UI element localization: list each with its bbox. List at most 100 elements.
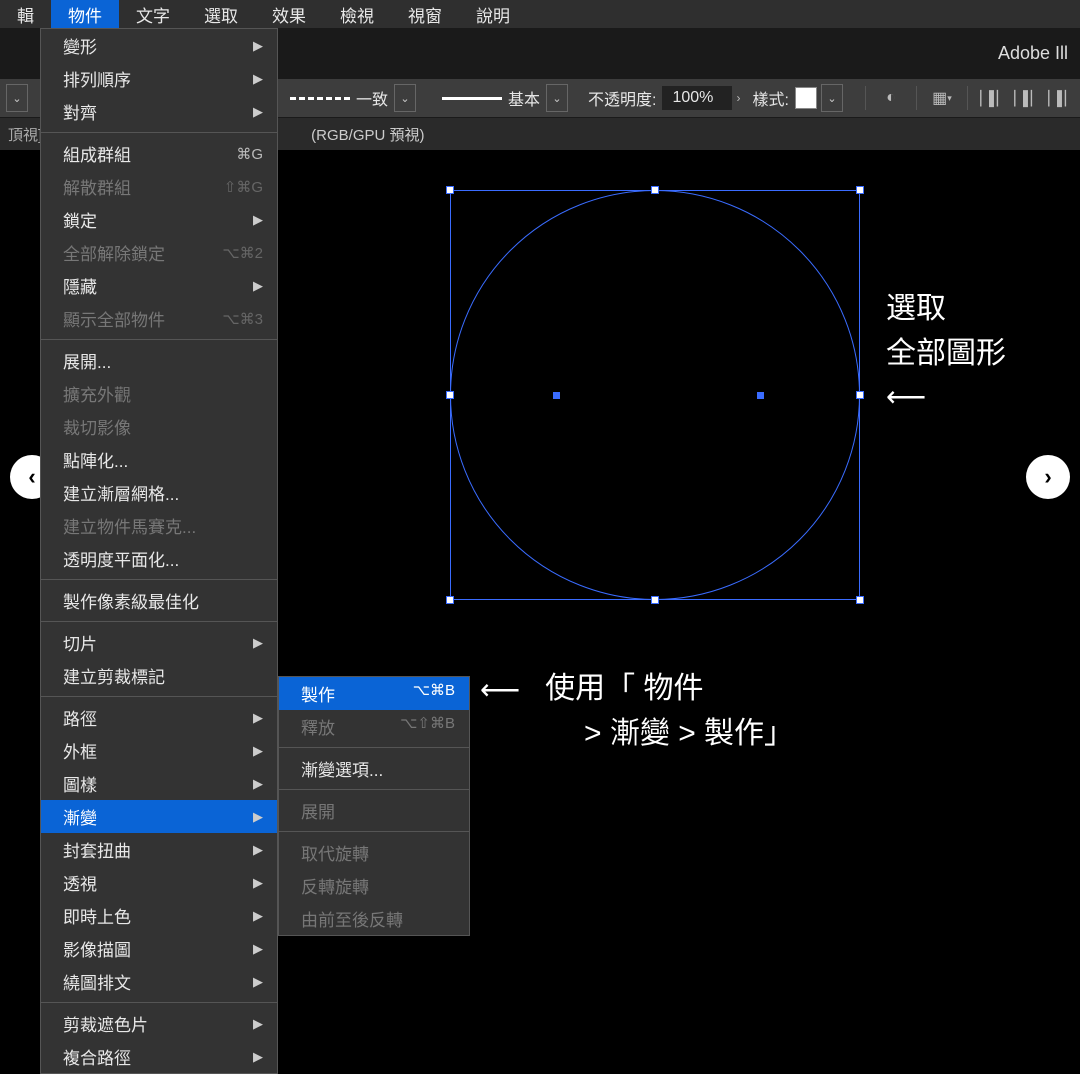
recolor-icon[interactable]: ◐ — [878, 85, 904, 111]
menu-item-object-mosaic: 建立物件馬賽克... — [41, 509, 277, 542]
menu-separator — [41, 696, 277, 697]
submenu-item-blend-options[interactable]: 漸變選項... — [279, 752, 469, 785]
menu-item-pixel-perfect[interactable]: 製作像素級最佳化 — [41, 584, 277, 617]
handle-bl[interactable] — [446, 596, 454, 604]
menu-item-slice[interactable]: 切片▶ — [41, 626, 277, 659]
annotation-select-all: 選取 全部圖形 ⟵ — [886, 286, 1006, 418]
submenu-arrow-icon: ▶ — [253, 38, 263, 54]
align-center-icon[interactable]: ▏▌▏ — [1014, 85, 1040, 111]
opacity-step-icon[interactable]: › — [736, 91, 740, 105]
handle-tr[interactable] — [856, 186, 864, 194]
separator — [967, 86, 968, 110]
submenu-arrow-icon: ▶ — [253, 809, 263, 825]
submenu-arrow-icon: ▶ — [253, 710, 263, 726]
brush-dropdown[interactable]: ⌄ — [546, 84, 568, 112]
annotation-arrow-icon: ⟵ — [480, 674, 520, 705]
menu-item-transform[interactable]: 變形▶ — [41, 29, 277, 62]
menu-item-lock[interactable]: 鎖定▶ — [41, 203, 277, 236]
handle-ml[interactable] — [446, 391, 454, 399]
menu-item-group[interactable]: 組成群組⌘G — [41, 137, 277, 170]
submenu-arrow-icon: ▶ — [253, 1049, 263, 1065]
menu-item-crop-image: 裁切影像 — [41, 410, 277, 443]
menu-separator — [279, 747, 469, 748]
brush-preview — [436, 88, 508, 108]
menu-item-live-paint[interactable]: 即時上色▶ — [41, 899, 277, 932]
submenu-item-reverse-spine: 反轉旋轉 — [279, 869, 469, 902]
menu-object[interactable]: 物件 — [51, 0, 119, 28]
handle-tc[interactable] — [651, 186, 659, 194]
menu-item-rasterize[interactable]: 點陣化... — [41, 443, 277, 476]
handle-tl[interactable] — [446, 186, 454, 194]
annotation-use-blend: ⟵ 使用「 物件 > 漸變 > 製作」 — [480, 666, 794, 756]
menu-type[interactable]: 文字 — [119, 0, 187, 28]
menu-item-text-wrap[interactable]: 繞圖排文▶ — [41, 965, 277, 998]
align-right-icon[interactable]: ▏▌▏ — [1048, 85, 1074, 111]
handle-bc[interactable] — [651, 596, 659, 604]
menu-item-trim-marks[interactable]: 建立剪裁標記 — [41, 659, 277, 692]
selected-circle-path[interactable] — [450, 190, 860, 600]
submenu-arrow-icon: ▶ — [253, 1016, 263, 1032]
menu-view[interactable]: 檢視 — [323, 0, 391, 28]
menu-item-hide[interactable]: 隱藏▶ — [41, 269, 277, 302]
menu-select[interactable]: 選取 — [187, 0, 255, 28]
style-swatch[interactable] — [795, 87, 817, 109]
submenu-arrow-icon: ▶ — [253, 635, 263, 651]
annotation-arrow-icon: ⟵ — [886, 376, 1006, 418]
menu-item-unlock-all: 全部解除鎖定⌥⌘2 — [41, 236, 277, 269]
align-left-icon[interactable]: ▏▌▏ — [980, 85, 1006, 111]
submenu-item-make[interactable]: 製作⌥⌘B — [279, 677, 469, 710]
menu-item-clipping-mask[interactable]: 剪裁遮色片▶ — [41, 1007, 277, 1040]
submenu-arrow-icon: ▶ — [253, 212, 263, 228]
submenu-item-reverse-front-back: 由前至後反轉 — [279, 902, 469, 935]
handle-br[interactable] — [856, 596, 864, 604]
menu-item-gradient-mesh[interactable]: 建立漸層網格... — [41, 476, 277, 509]
menu-item-image-trace[interactable]: 影像描圖▶ — [41, 932, 277, 965]
center-point-a[interactable] — [553, 392, 560, 399]
stroke-style-dropdown[interactable]: ⌄ — [394, 84, 416, 112]
menu-item-compound-path[interactable]: 複合路徑▶ — [41, 1040, 277, 1073]
submenu-arrow-icon: ▶ — [253, 71, 263, 87]
menu-item-path[interactable]: 路徑▶ — [41, 701, 277, 734]
menu-item-flatten-transparency[interactable]: 透明度平面化... — [41, 542, 277, 575]
menu-item-perspective[interactable]: 透視▶ — [41, 866, 277, 899]
menu-separator — [41, 339, 277, 340]
next-slide-button[interactable]: › — [1026, 455, 1070, 499]
menu-item-envelope-distort[interactable]: 封套扭曲▶ — [41, 833, 277, 866]
submenu-item-replace-spine: 取代旋轉 — [279, 836, 469, 869]
menu-separator — [279, 789, 469, 790]
menu-item-arrange[interactable]: 排列順序▶ — [41, 62, 277, 95]
handle-mr[interactable] — [856, 391, 864, 399]
fill-dropdown[interactable]: ⌄ — [6, 84, 28, 112]
menu-item-expand-appearance: 擴充外觀 — [41, 377, 277, 410]
menu-item-blend[interactable]: 漸變▶ — [41, 800, 277, 833]
app-brand: Adobe Ill — [998, 43, 1068, 64]
submenu-item-release: 釋放⌥⇧⌘B — [279, 710, 469, 743]
menu-item-shape[interactable]: 外框▶ — [41, 734, 277, 767]
grid-options-icon[interactable]: ▦▾ — [929, 85, 955, 111]
opacity-label: 不透明度: — [588, 86, 656, 110]
menu-item-align[interactable]: 對齊▶ — [41, 95, 277, 128]
blend-submenu-panel: 製作⌥⌘B 釋放⌥⇧⌘B 漸變選項... 展開 取代旋轉 反轉旋轉 由前至後反轉 — [278, 676, 470, 936]
menu-window[interactable]: 視窗 — [391, 0, 459, 28]
menu-item-expand[interactable]: 展開... — [41, 344, 277, 377]
submenu-arrow-icon: ▶ — [253, 278, 263, 294]
style-dropdown[interactable]: ⌄ — [821, 84, 843, 112]
object-menu-panel: 變形▶ 排列順序▶ 對齊▶ 組成群組⌘G 解散群組⇧⌘G 鎖定▶ 全部解除鎖定⌥… — [40, 28, 278, 1074]
submenu-arrow-icon: ▶ — [253, 974, 263, 990]
separator — [865, 86, 866, 110]
submenu-arrow-icon: ▶ — [253, 875, 263, 891]
menu-effect[interactable]: 效果 — [255, 0, 323, 28]
submenu-arrow-icon: ▶ — [253, 104, 263, 120]
menu-item-show-all: 顯示全部物件⌥⌘3 — [41, 302, 277, 335]
center-point-b[interactable] — [757, 392, 764, 399]
menu-help[interactable]: 說明 — [459, 0, 527, 28]
stroke-style-label: 一致 — [356, 86, 388, 110]
menu-item-pattern[interactable]: 圖樣▶ — [41, 767, 277, 800]
menu-separator — [279, 831, 469, 832]
menu-edit-partial[interactable]: 輯 — [0, 0, 51, 28]
menu-separator — [41, 579, 277, 580]
separator — [916, 86, 917, 110]
menu-item-ungroup: 解散群組⇧⌘G — [41, 170, 277, 203]
opacity-value[interactable]: 100% — [662, 86, 732, 110]
menu-separator — [41, 132, 277, 133]
